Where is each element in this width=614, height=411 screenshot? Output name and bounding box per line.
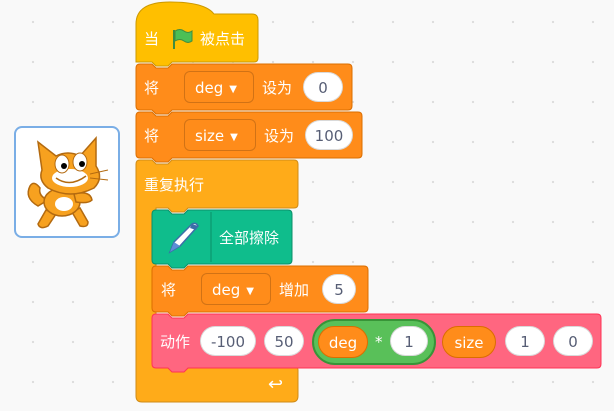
motion-label: 动作	[160, 333, 191, 351]
size-variable-dropdown[interactable]: size ▼	[184, 119, 256, 151]
size-reporter[interactable]: size	[442, 326, 496, 358]
change-deg-action: 增加	[279, 281, 310, 299]
sprite-thumbnail[interactable]	[14, 126, 120, 238]
deg-value-input[interactable]: 0	[303, 72, 343, 102]
motion-arg6-input[interactable]: 0	[553, 326, 593, 356]
multiply-right-input[interactable]: 1	[390, 326, 428, 356]
multiply-operator: *	[375, 333, 383, 351]
change-deg-variable-dropdown[interactable]: deg ▼	[201, 273, 271, 305]
set-size-action: 设为	[264, 127, 295, 145]
green-flag-icon	[173, 29, 193, 49]
chevron-down-icon: ▼	[230, 132, 238, 143]
hat-suffix: 被点击	[200, 30, 246, 48]
change-deg-dropdown-label: deg	[212, 281, 241, 299]
motion-arg1-input[interactable]: -100	[200, 326, 256, 356]
pen-icon	[168, 222, 199, 254]
chevron-down-icon: ▼	[246, 286, 254, 297]
change-deg-verb: 将	[161, 281, 177, 299]
forever-label: 重复执行	[144, 176, 205, 194]
set-size-verb: 将	[144, 127, 160, 145]
change-deg-value-input[interactable]: 5	[322, 274, 356, 304]
deg-variable-dropdown[interactable]: deg ▼	[184, 71, 254, 103]
chevron-down-icon: ▼	[229, 84, 237, 95]
size-value-input[interactable]: 100	[305, 120, 353, 150]
size-dropdown-label: size	[195, 127, 225, 145]
motion-arg5-input[interactable]: 1	[505, 326, 545, 356]
hat-prefix: 当	[144, 30, 160, 48]
set-deg-verb: 将	[144, 79, 160, 97]
erase-all-label: 全部擦除	[219, 229, 280, 247]
deg-reporter[interactable]: deg	[318, 326, 368, 358]
scratch-cat-icon	[27, 136, 109, 229]
deg-dropdown-label: deg	[195, 79, 224, 97]
set-deg-action: 设为	[262, 79, 293, 97]
motion-arg2-input[interactable]: 50	[264, 326, 304, 356]
loop-arrow-icon: ↩	[268, 374, 284, 395]
